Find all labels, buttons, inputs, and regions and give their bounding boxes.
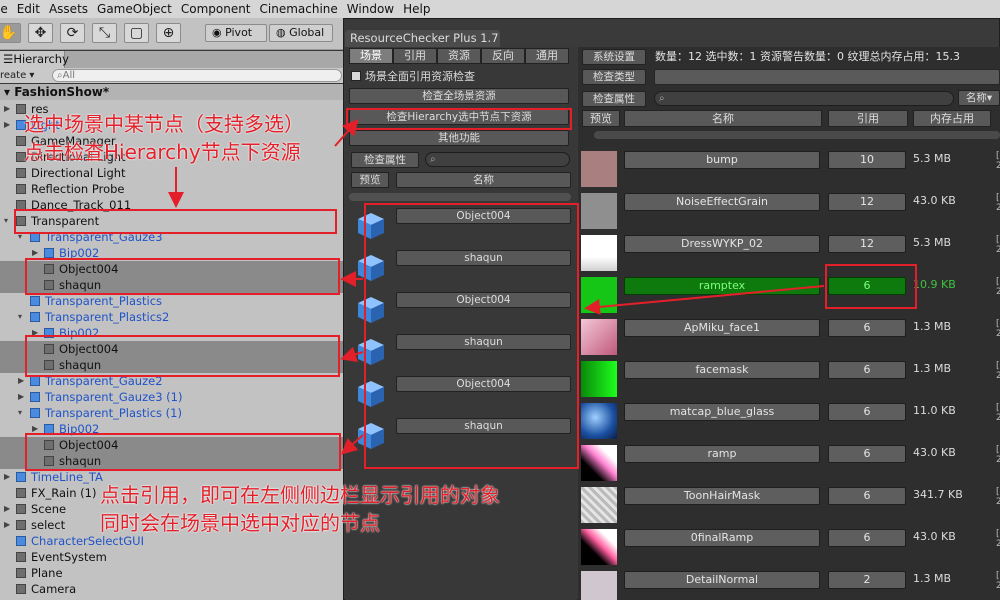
arrow-to-group-3 bbox=[341, 434, 364, 455]
annotation-arrows bbox=[168, 118, 825, 455]
arrow-to-left-list bbox=[584, 285, 825, 315]
arrow-to-group-2 bbox=[340, 346, 364, 363]
arrow-to-check-button bbox=[334, 118, 359, 147]
